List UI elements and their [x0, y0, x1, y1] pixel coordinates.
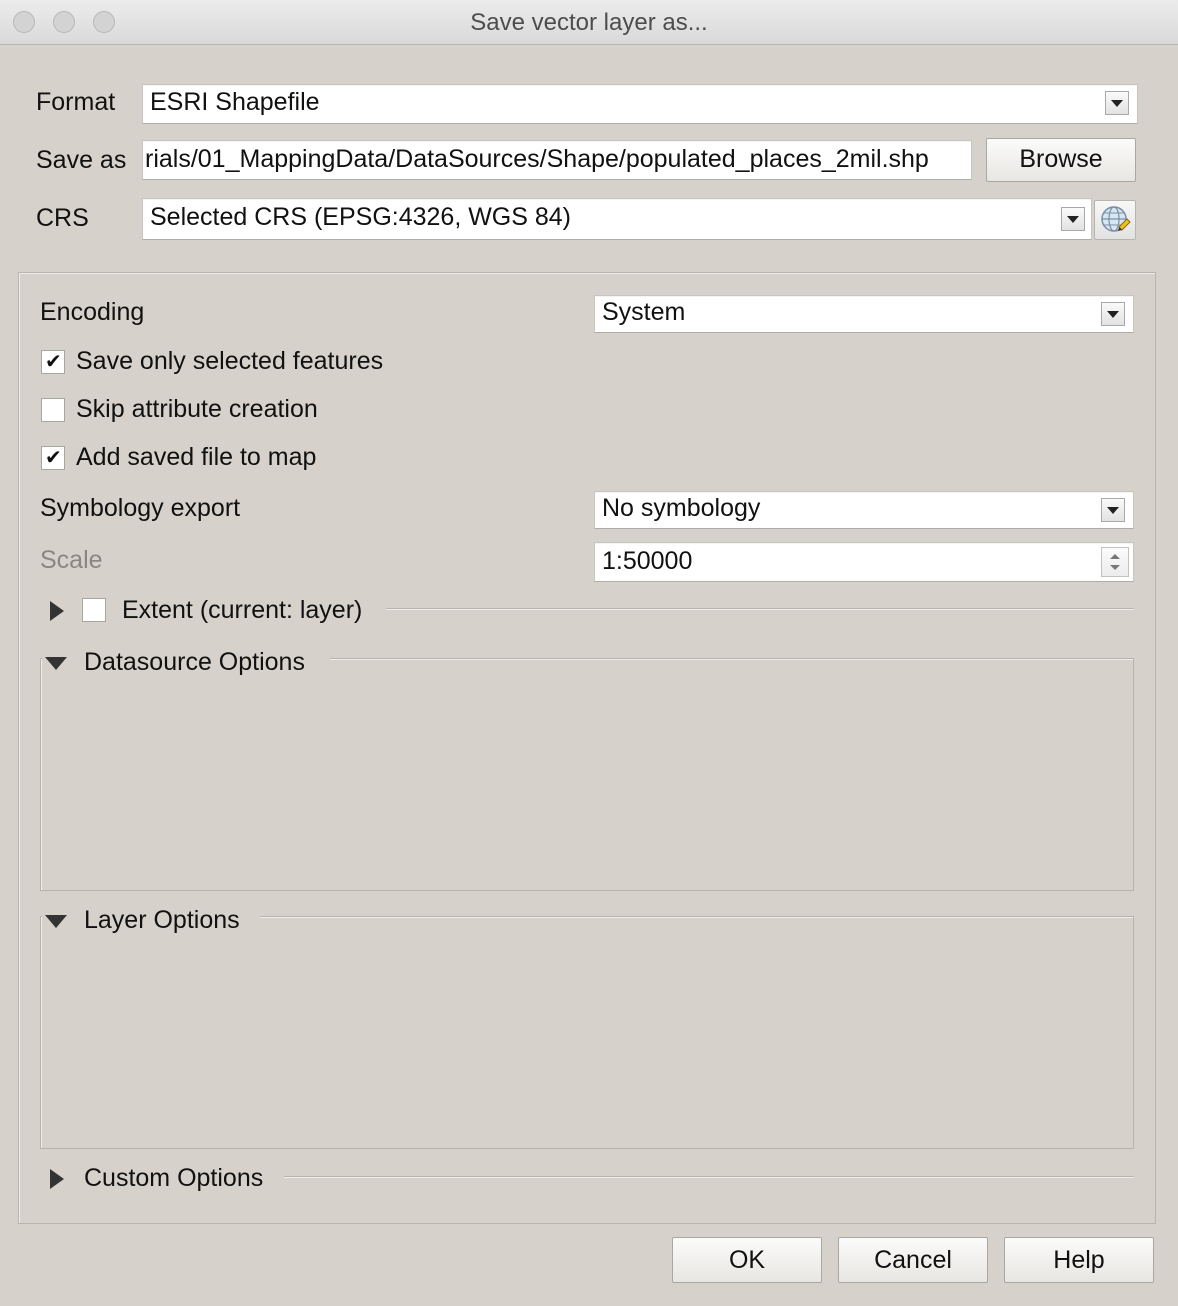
save-as-path: rials/01_MappingData/DataSources/Shape/p… — [145, 145, 929, 173]
save-as-label: Save as — [36, 146, 127, 174]
scale-label: Scale — [40, 546, 103, 574]
format-label: Format — [36, 88, 116, 116]
save-selected-label: Save only selected features — [76, 347, 384, 375]
custom-options-label[interactable]: Custom Options — [84, 1164, 263, 1193]
symbology-value: No symbology — [602, 494, 761, 522]
title-bar: Save vector layer as... — [0, 0, 1178, 45]
expand-arrow-icon[interactable] — [50, 1169, 64, 1189]
expand-arrow-icon[interactable] — [50, 601, 64, 621]
format-dropdown[interactable]: ESRI Shapefile — [142, 84, 1138, 124]
layer-options-label[interactable]: Layer Options — [84, 906, 240, 935]
save-as-input[interactable]: rials/01_MappingData/DataSources/Shape/p… — [142, 140, 972, 180]
save-selected-checkbox[interactable] — [41, 349, 65, 374]
encoding-label: Encoding — [40, 298, 145, 326]
crs-label: CRS — [36, 204, 89, 232]
encoding-dropdown[interactable]: System — [594, 295, 1134, 333]
layer-options-box — [40, 916, 1134, 1149]
chevron-down-icon[interactable] — [1101, 302, 1125, 326]
datasource-options-label[interactable]: Datasource Options — [84, 648, 305, 677]
skip-attribute-checkbox[interactable] — [41, 398, 65, 422]
format-value: ESRI Shapefile — [150, 88, 320, 116]
symbology-dropdown[interactable]: No symbology — [594, 491, 1134, 529]
cancel-button[interactable]: Cancel — [838, 1237, 988, 1283]
chevron-down-icon[interactable] — [1061, 207, 1085, 231]
collapse-arrow-icon[interactable] — [45, 915, 67, 928]
globe-select-icon[interactable] — [1094, 200, 1136, 240]
collapse-arrow-icon[interactable] — [45, 657, 67, 670]
browse-button[interactable]: Browse — [986, 138, 1136, 182]
chevron-down-icon[interactable] — [1105, 91, 1129, 115]
skip-attribute-label: Skip attribute creation — [76, 395, 318, 423]
extent-checkbox[interactable] — [82, 598, 106, 622]
datasource-options-box — [40, 658, 1134, 891]
help-button[interactable]: Help — [1004, 1237, 1154, 1283]
window-title: Save vector layer as... — [470, 9, 708, 36]
extent-label: Extent (current: layer) — [122, 596, 363, 624]
divider — [284, 1176, 1134, 1178]
scale-value: 1:50000 — [602, 547, 693, 575]
chevron-down-icon[interactable] — [1101, 498, 1125, 522]
crs-dropdown[interactable]: Selected CRS (EPSG:4326, WGS 84) — [142, 198, 1092, 240]
add-to-map-label: Add saved file to map — [76, 443, 317, 471]
ok-button[interactable]: OK — [672, 1237, 822, 1283]
crs-value: Selected CRS (EPSG:4326, WGS 84) — [150, 203, 572, 231]
symbology-label: Symbology export — [40, 494, 241, 522]
scale-input[interactable]: 1:50000 — [594, 542, 1134, 582]
add-to-map-checkbox[interactable] — [41, 445, 65, 470]
divider — [386, 608, 1134, 610]
scale-spinner[interactable] — [1101, 547, 1129, 577]
encoding-value: System — [602, 298, 686, 326]
